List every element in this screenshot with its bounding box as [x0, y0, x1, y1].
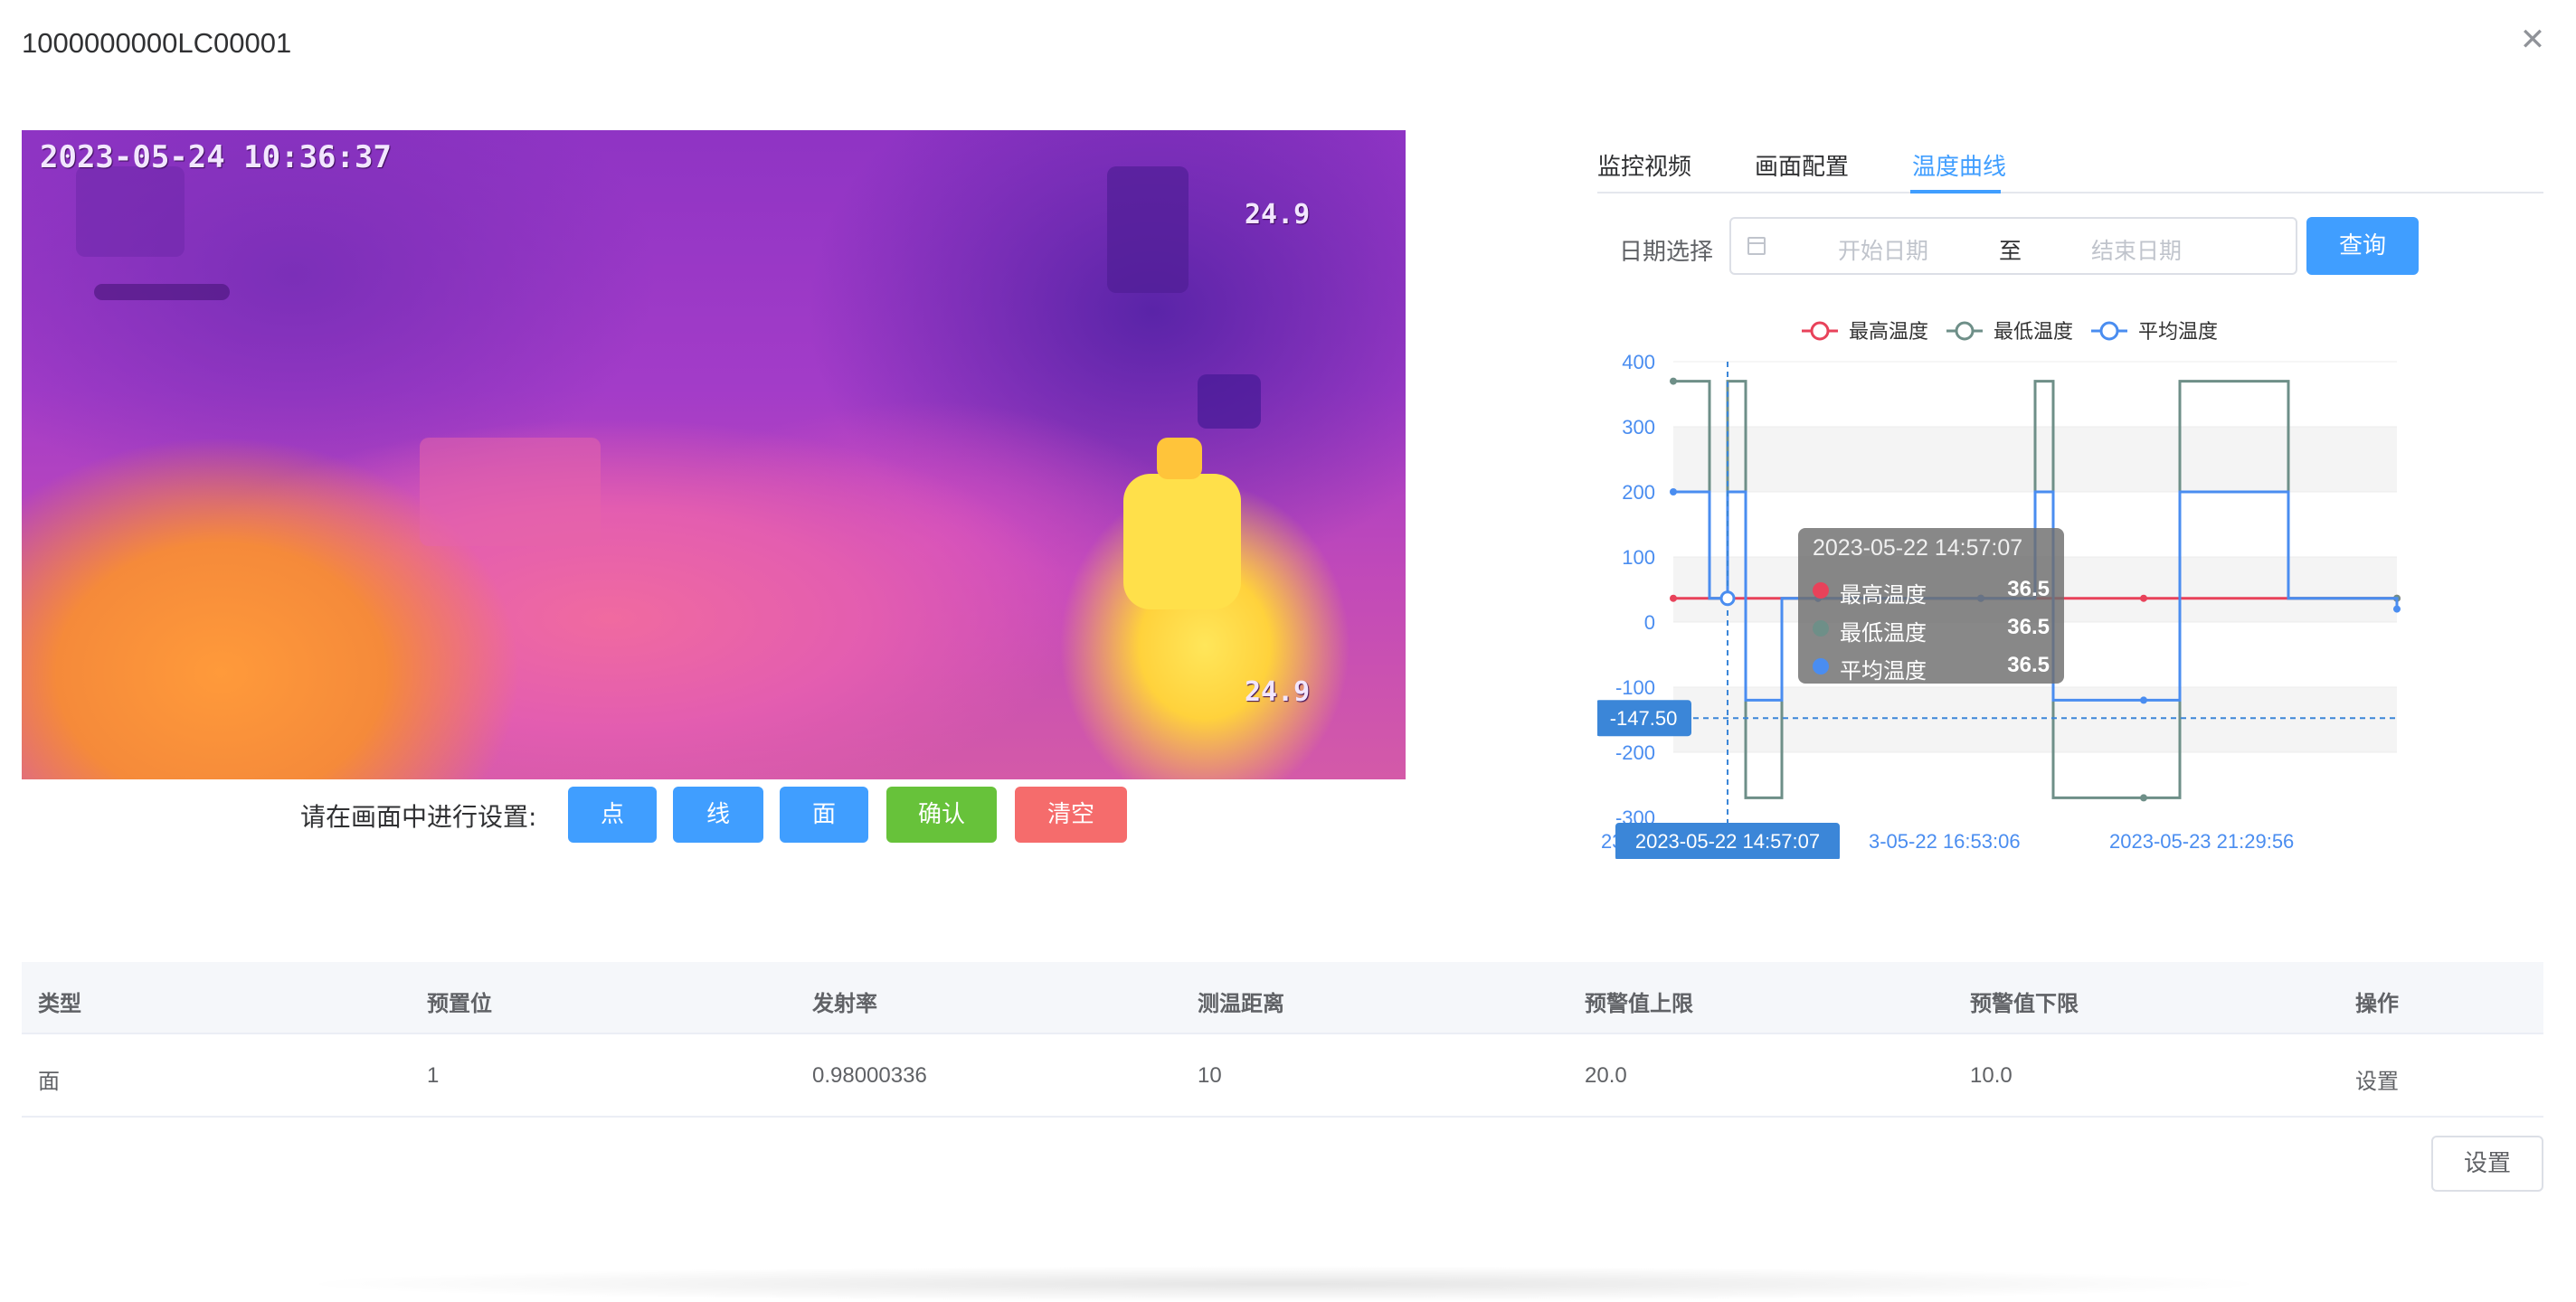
date-range-picker[interactable]: 开始日期 至 结束日期	[1729, 217, 2297, 275]
tooltip-dot	[1813, 582, 1829, 599]
thermal-video[interactable]: 2023-05-24 10:36:37 24.9 24.9	[22, 130, 1406, 779]
query-button[interactable]: 查询	[2306, 217, 2419, 275]
tab-divider	[1597, 192, 2543, 193]
video-shape	[94, 284, 230, 300]
x-tick-label: 2023-05-23 21:29:56	[2109, 830, 2294, 853]
legend-marker	[1810, 321, 1830, 341]
y-tick-label: 300	[1622, 416, 1655, 439]
end-date-input[interactable]: 结束日期	[2091, 233, 2182, 266]
chart-tooltip: 2023-05-22 14:57:07 最高温度 36.5 最低温度 36.5 …	[1798, 528, 2064, 684]
video-temp-top: 24.9	[1245, 199, 1311, 231]
set-button[interactable]: 设置	[2431, 1136, 2543, 1192]
tooltip-row: 平均温度 36.5	[1813, 649, 2050, 684]
header-distance: 测温距离	[1198, 992, 1284, 1016]
table-row: 面 1 0.98000336 10 20.0 10.0 设置	[22, 1034, 2543, 1118]
video-timestamp: 2023-05-24 10:36:37	[40, 139, 392, 175]
tooltip-row: 最高温度 36.5	[1813, 573, 2050, 608]
clear-button[interactable]: 清空	[1015, 787, 1127, 843]
tooltip-row-value: 36.5	[2007, 653, 2050, 677]
confirm-button[interactable]: 确认	[886, 787, 997, 843]
tab-monitor-video[interactable]: 监控视频	[1597, 148, 1691, 182]
header-upper-limit: 预警值上限	[1585, 992, 1693, 1016]
header-type: 类型	[38, 992, 81, 1016]
y-tick-label: -200	[1615, 741, 1655, 764]
series-point	[2393, 605, 2401, 613]
legend-label: 最高温度	[1849, 320, 1928, 343]
setup-label: 请在画面中进行设置:	[300, 802, 537, 832]
header-preset: 预置位	[427, 992, 492, 1016]
tooltip-row-name: 最低温度	[1840, 621, 1927, 646]
video-shape	[1123, 474, 1241, 609]
tooltip-title: 2023-05-22 14:57:07	[1813, 535, 2023, 561]
dialog-title: 1000000000LC00001	[22, 27, 292, 59]
y-tick-label: 400	[1622, 351, 1655, 373]
video-temp-bottom: 24.9	[1245, 676, 1311, 708]
date-range-separator: 至	[1999, 238, 2022, 264]
tooltip-row-value: 36.5	[2007, 615, 2050, 639]
cell-preset: 1	[427, 1063, 440, 1088]
video-shape	[76, 166, 185, 257]
temperature-chart[interactable]: 最高温度 最低温度 平均温度 4003002001000-100-200-300 -…	[1597, 298, 2560, 859]
tab-temperature-curve[interactable]: 温度曲线	[1912, 148, 2006, 182]
y-tick-label: -100	[1615, 676, 1655, 699]
series-point	[1670, 594, 1677, 602]
video-shape	[420, 438, 601, 546]
date-filter-label: 日期选择	[1619, 239, 1714, 266]
tooltip-dot	[1813, 658, 1829, 675]
header-action: 操作	[2355, 992, 2399, 1016]
video-shape	[1107, 166, 1189, 293]
video-shape	[1198, 374, 1261, 429]
tooltip-row: 最低温度 36.5	[1813, 611, 2050, 646]
point-button[interactable]: 点	[568, 787, 657, 843]
cell-emissivity: 0.98000336	[812, 1063, 927, 1088]
x-tick-label: 3-05-22 16:53:06	[1869, 830, 2021, 853]
y-tick-label: 100	[1622, 546, 1655, 569]
legend-marker	[2099, 321, 2119, 341]
cell-lower-limit: 10.0	[1970, 1063, 2012, 1088]
legend-label: 最低温度	[1994, 320, 2073, 343]
header-lower-limit: 预警值下限	[1970, 992, 2079, 1016]
legend-label: 平均温度	[2138, 320, 2218, 343]
series-point	[2140, 794, 2147, 802]
series-point	[2140, 594, 2147, 602]
start-date-input[interactable]: 开始日期	[1838, 233, 1928, 266]
series-point	[1670, 377, 1677, 385]
video-shape	[1157, 438, 1202, 479]
tooltip-row-name: 最高温度	[1840, 583, 1927, 608]
cell-type: 面	[38, 1070, 60, 1094]
tooltip-dot	[1813, 620, 1829, 637]
table-header: 类型 预置位 发射率 测温距离 预警值上限 预警值下限 操作	[22, 962, 2543, 1034]
tab-active-indicator	[1910, 190, 2001, 193]
y-tick-label: 200	[1622, 481, 1655, 504]
calendar-icon	[1747, 237, 1766, 255]
crosshair-y-label: -147.50	[1610, 707, 1678, 730]
crosshair-point	[1719, 590, 1736, 607]
tab-picture-config[interactable]: 画面配置	[1755, 148, 1849, 182]
tooltip-row-value: 36.5	[2007, 577, 2050, 601]
close-icon[interactable]: ✕	[2514, 22, 2551, 58]
crosshair-x-label: 2023-05-22 14:57:07	[1635, 830, 1820, 853]
cell-distance: 10	[1198, 1063, 1222, 1088]
tooltip-row-name: 平均温度	[1840, 659, 1927, 684]
cell-upper-limit: 20.0	[1585, 1063, 1627, 1088]
series-point	[2140, 696, 2147, 704]
area-button[interactable]: 面	[780, 787, 868, 843]
series-point	[1670, 488, 1677, 495]
row-set-link[interactable]: 设置	[2355, 1063, 2399, 1095]
legend-marker	[1955, 321, 1975, 341]
dialog-shadow	[289, 1266, 2279, 1302]
line-button[interactable]: 线	[673, 787, 763, 843]
y-tick-label: 0	[1644, 611, 1655, 634]
header-emissivity: 发射率	[812, 992, 877, 1016]
